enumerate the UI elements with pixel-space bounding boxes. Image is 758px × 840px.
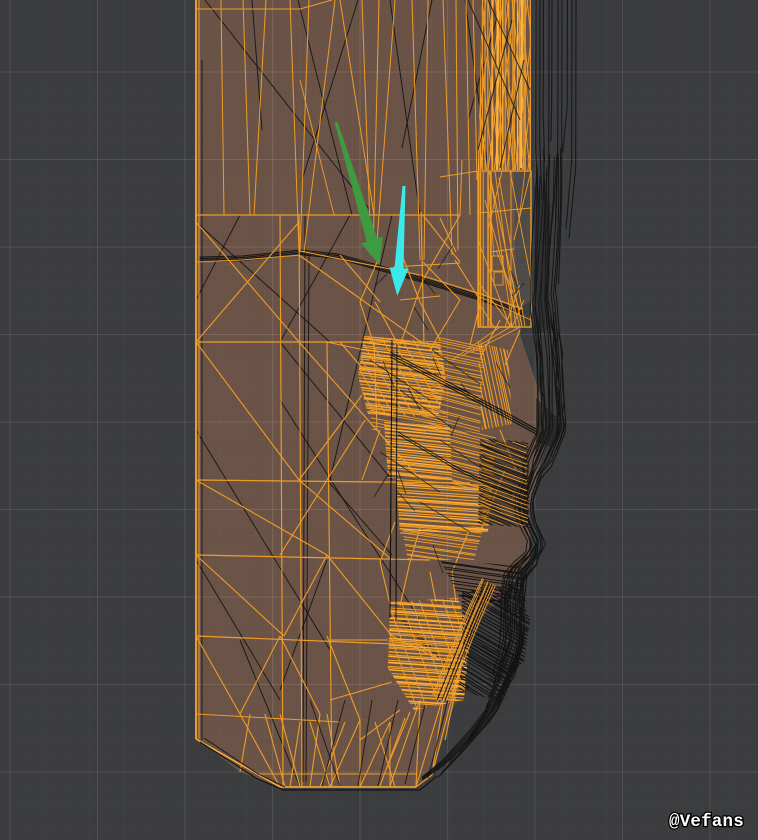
svg-text:@Vefans: @Vefans	[669, 812, 744, 832]
